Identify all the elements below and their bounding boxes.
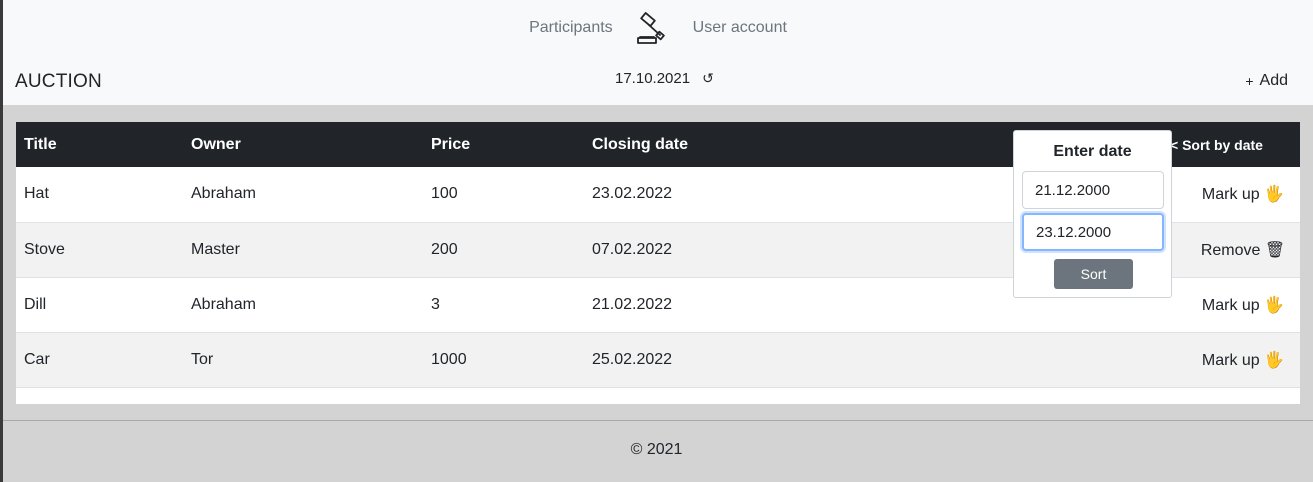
mark-up-button[interactable]: Mark up 🖐	[1164, 277, 1300, 332]
cell-price: 1000	[431, 350, 467, 368]
cell-owner: Abraham	[191, 185, 256, 203]
cell-closing-date: 25.02.2022	[592, 350, 673, 368]
date-filter-popup: Enter date Sort	[1013, 130, 1172, 298]
cell-price: 100	[431, 185, 458, 203]
nav-participants-link[interactable]: Participants	[529, 19, 613, 37]
cell-owner: Abraham	[191, 295, 256, 313]
refresh-icon[interactable]: ↺	[702, 70, 714, 87]
cell-title: Car	[24, 350, 50, 368]
column-title: Title	[24, 135, 57, 153]
footer-divider	[3, 420, 1313, 421]
table-row: Car Tor 1000 25.02.2022 Mark up 🖐	[16, 332, 1300, 387]
sort-button[interactable]: Sort	[1054, 259, 1133, 289]
cell-owner: Master	[191, 240, 240, 258]
plus-icon: +	[1245, 73, 1254, 89]
date-text: 17.10.2021	[615, 70, 691, 87]
current-date: 17.10.2021 ↺	[615, 70, 714, 87]
nav-user-account-link[interactable]: User account	[693, 19, 787, 37]
mark-up-button[interactable]: Mark up 🖐	[1164, 332, 1300, 387]
footer-copyright: © 2021	[630, 441, 683, 458]
top-nav: Participants User account	[3, 10, 1313, 46]
start-date-input[interactable]	[1022, 171, 1164, 209]
cell-title: Hat	[24, 185, 49, 203]
cell-price: 200	[431, 240, 458, 258]
mark-up-button[interactable]: Mark up 🖐	[1164, 167, 1300, 222]
column-price: Price	[431, 135, 471, 153]
popup-title: Enter date	[1053, 143, 1132, 160]
add-button[interactable]: + Add	[1245, 72, 1288, 90]
header: Participants User account AUCTION 17.10.…	[3, 0, 1313, 105]
add-button-label: Add	[1259, 72, 1288, 89]
cell-title: Dill	[24, 295, 47, 313]
cell-price: 3	[431, 295, 440, 313]
gavel-icon[interactable]	[635, 10, 671, 46]
sort-by-date-button[interactable]: < Sort by date	[1164, 122, 1300, 167]
cell-owner: Tor	[191, 350, 214, 368]
remove-button[interactable]: Remove 🗑	[1164, 222, 1300, 277]
cell-title: Stove	[24, 240, 65, 258]
brand-title: AUCTION	[15, 71, 102, 92]
column-owner: Owner	[191, 135, 241, 153]
end-date-input[interactable]	[1022, 213, 1164, 251]
